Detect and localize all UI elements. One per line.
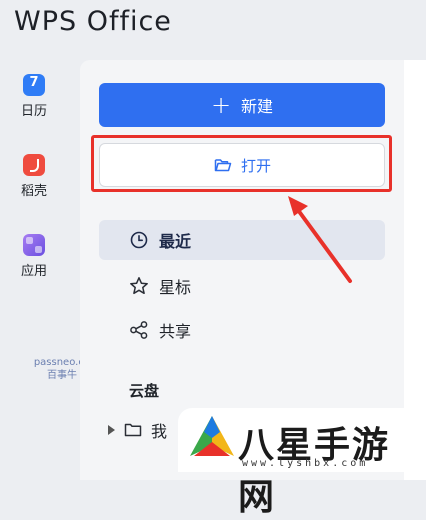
new-button-label: 新建: [241, 97, 274, 116]
nav-item-starred[interactable]: 星标: [99, 266, 385, 306]
folder-icon: [123, 420, 143, 440]
clock-icon: [129, 230, 149, 250]
app-title: WPS Office: [14, 6, 172, 37]
rail-item-label: 应用: [20, 264, 47, 279]
nav-item-label: 最近: [159, 232, 192, 251]
expand-arrow-icon[interactable]: [108, 425, 115, 435]
rail-item-apps[interactable]: 应用: [0, 234, 68, 279]
cloud-tree-item[interactable]: 我: [108, 418, 167, 442]
rail-item-docer[interactable]: 稻壳: [0, 154, 68, 199]
nav-item-recent[interactable]: 最近: [99, 220, 385, 260]
open-button[interactable]: 打开: [99, 143, 385, 187]
rail-item-label: 稻壳: [20, 184, 47, 199]
nav-item-label: 星标: [159, 278, 192, 297]
new-button[interactable]: + 新建: [99, 83, 385, 127]
rail-item-calendar[interactable]: 日历: [0, 74, 68, 119]
cloud-tree-item-label: 我: [151, 422, 168, 441]
plus-icon: +: [210, 91, 232, 119]
share-icon: [129, 320, 149, 340]
open-button-label: 打开: [240, 156, 271, 175]
site-logo-watermark: 八星手游网 www.lyshbx.com: [178, 408, 426, 518]
nav-item-shared[interactable]: 共享: [99, 310, 385, 350]
calendar-icon: [23, 74, 45, 96]
docer-icon: [23, 154, 45, 176]
nav-item-label: 共享: [159, 322, 192, 341]
rail-item-label: 日历: [20, 104, 47, 119]
apps-icon: [23, 234, 45, 256]
star-icon: [129, 276, 149, 296]
cloud-section-title: 云盘: [129, 382, 160, 400]
site-logo-url: www.lyshbx.com: [242, 458, 369, 469]
site-logo-icon: [190, 416, 234, 456]
folder-open-icon: [213, 155, 233, 175]
